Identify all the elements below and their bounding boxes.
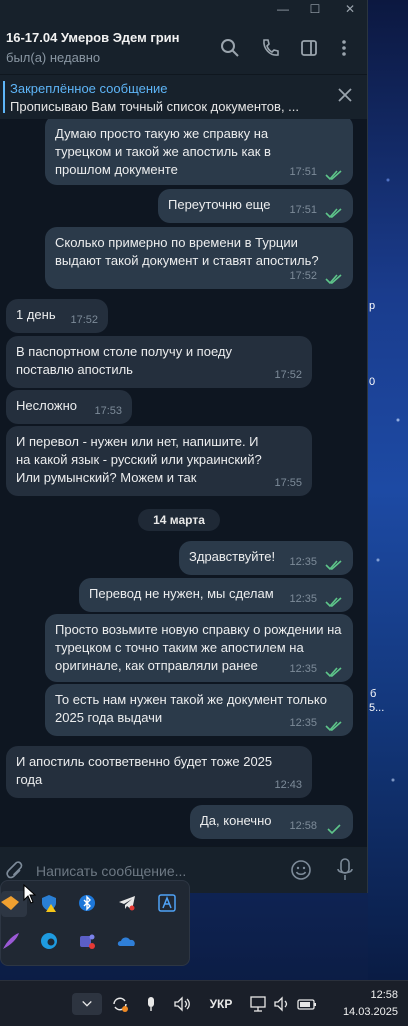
security-warning-icon[interactable] <box>39 893 59 913</box>
volume-icon[interactable] <box>172 993 192 1015</box>
message-bubble-incoming[interactable]: 1 день 17:52 <box>6 299 108 333</box>
message-time: 17:52 <box>289 270 317 282</box>
double-check-icon <box>325 667 342 678</box>
sync-icon[interactable] <box>110 993 130 1015</box>
close-icon[interactable]: ✕ <box>343 2 357 16</box>
wallpaper-text: 0 <box>369 376 376 388</box>
bluetooth-icon[interactable] <box>77 893 97 913</box>
double-check-icon <box>325 208 342 219</box>
message-bubble-outgoing[interactable]: Сколько примерно по времени в Турции выд… <box>45 227 353 289</box>
edge-browser-icon[interactable] <box>39 931 59 951</box>
message-text: И перевол - нужен или нет, напишите. И н… <box>16 434 262 485</box>
search-icon[interactable] <box>220 38 240 58</box>
message-time: 17:55 <box>274 477 302 489</box>
wallpaper-text: р <box>369 300 376 312</box>
desktop-wallpaper: р 0 б 5... <box>368 0 408 980</box>
message-bubble-incoming[interactable]: И апостиль соответвенно будет тоже 2025 … <box>6 746 312 798</box>
sidebar-toggle-icon[interactable] <box>299 38 319 58</box>
wallpaper-text: 5... <box>369 702 385 714</box>
message-bubble-incoming[interactable]: И перевол - нужен или нет, напишите. И н… <box>6 426 312 496</box>
microphone-tray-icon[interactable] <box>144 993 158 1015</box>
message-bubble-incoming[interactable]: Несложно 17:53 <box>6 390 132 424</box>
message-bubble-outgoing[interactable]: Просто возьмите новую справку о рождении… <box>45 614 353 682</box>
clock-time: 12:58 <box>370 989 398 1001</box>
message-time: 17:52 <box>274 369 302 381</box>
message-text: И апостиль соответвенно будет тоже 2025 … <box>16 754 273 787</box>
double-check-icon <box>325 274 342 285</box>
message-list[interactable]: Думаю просто такую же справку на турецко… <box>0 119 367 846</box>
check-icon <box>327 824 341 835</box>
taskbar: УКР 12:58 14.03.2025 <box>0 980 408 1026</box>
message-input[interactable] <box>36 861 276 881</box>
message-bubble-outgoing[interactable]: То есть нам нужен такой же документ толь… <box>45 684 353 736</box>
show-hidden-icons-button[interactable] <box>72 993 102 1015</box>
microphone-icon[interactable] <box>336 858 354 882</box>
message-text: Да, конечно <box>200 813 272 828</box>
feather-icon[interactable] <box>1 931 21 951</box>
message-bubble-incoming[interactable]: В паспортном столе получу и поеду постав… <box>6 336 312 388</box>
attach-icon[interactable] <box>6 861 24 881</box>
teams-icon[interactable] <box>77 931 97 951</box>
message-time: 12:58 <box>289 820 317 832</box>
chevron-down-icon <box>82 1000 92 1007</box>
battery-icon[interactable] <box>296 993 318 1015</box>
message-text: Думаю просто такую же справку на турецко… <box>55 126 271 177</box>
system-clock[interactable]: 12:58 14.03.2025 <box>343 987 398 1021</box>
date-separator: 14 марта <box>138 509 220 531</box>
double-check-icon <box>325 597 342 608</box>
font-app-icon[interactable] <box>157 893 177 913</box>
message-time: 12:35 <box>289 717 317 729</box>
package-icon <box>1 896 19 910</box>
phone-icon[interactable] <box>260 38 280 58</box>
message-bubble-outgoing[interactable]: Думаю просто такую же справку на турецко… <box>45 119 353 185</box>
emoji-icon[interactable] <box>290 859 312 881</box>
minimize-icon[interactable]: — <box>276 2 290 16</box>
message-time: 12:35 <box>289 556 317 568</box>
clock-date: 14.03.2025 <box>342 1006 398 1018</box>
mouse-cursor-icon <box>23 884 37 904</box>
chat-header[interactable]: 16-17.04 Умеров Эдем грин был(а) недавно <box>0 20 367 74</box>
window-titlebar: — ☐ ✕ <box>0 0 367 20</box>
double-check-icon <box>325 721 342 732</box>
double-check-icon <box>325 560 342 571</box>
telegram-icon[interactable] <box>117 893 137 913</box>
more-options-icon[interactable] <box>334 38 354 58</box>
language-indicator[interactable]: УКР <box>206 993 236 1015</box>
message-time: 12:35 <box>289 663 317 675</box>
pinned-title: Закреплённое сообщение <box>10 81 168 96</box>
onedrive-icon[interactable] <box>117 931 137 951</box>
double-check-icon <box>325 170 342 181</box>
message-time: 17:52 <box>70 314 98 326</box>
message-text: Здравствуйте! <box>189 549 276 564</box>
message-time: 17:51 <box>289 204 317 216</box>
message-time: 17:51 <box>289 166 317 178</box>
message-time: 12:43 <box>274 779 302 791</box>
network-icon[interactable] <box>248 993 268 1015</box>
pinned-text: Прописываю Вам точный список документов,… <box>10 99 300 114</box>
message-bubble-outgoing[interactable]: Перевод не нужен, мы сделам 12:35 <box>79 578 353 612</box>
message-bubble-outgoing[interactable]: Переуточню еще 17:51 <box>158 189 353 223</box>
maximize-icon[interactable]: ☐ <box>308 2 322 16</box>
message-text: В паспортном столе получу и поеду постав… <box>16 344 232 377</box>
close-pinned-icon[interactable] <box>337 87 353 103</box>
message-time: 12:35 <box>289 593 317 605</box>
pinned-message[interactable]: Закреплённое сообщение Прописываю Вам то… <box>0 74 367 118</box>
message-time: 17:53 <box>94 405 122 417</box>
telegram-window: — ☐ ✕ 16-17.04 Умеров Эдем грин был(а) н… <box>0 0 368 893</box>
message-bubble-outgoing[interactable]: Да, конечно 12:58 <box>190 805 353 839</box>
message-text: Сколько примерно по времени в Турции выд… <box>55 235 319 268</box>
message-bubble-outgoing[interactable]: Здравствуйте! 12:35 <box>179 541 353 575</box>
speaker-icon[interactable] <box>272 993 292 1015</box>
wallpaper-text: б <box>370 688 377 700</box>
